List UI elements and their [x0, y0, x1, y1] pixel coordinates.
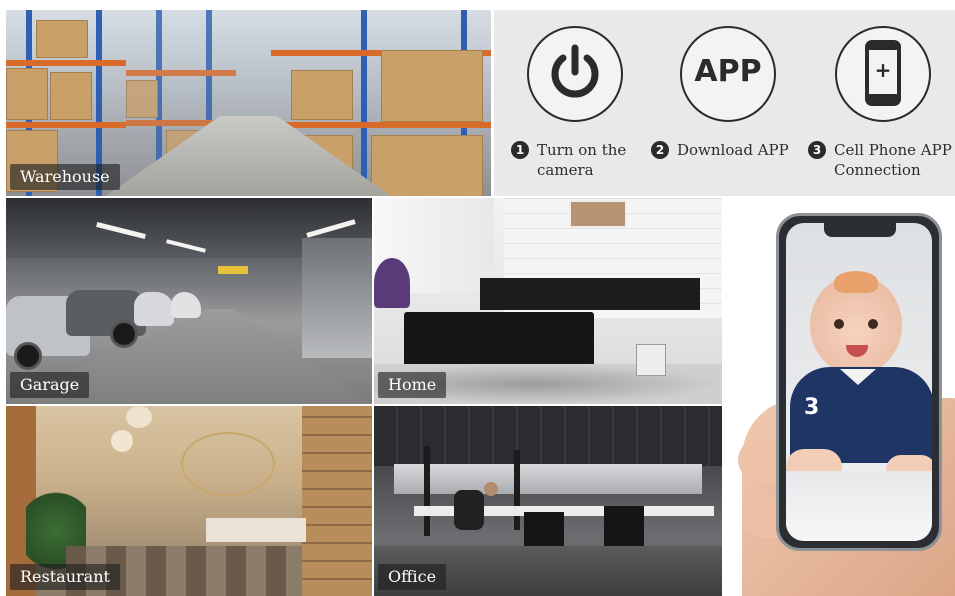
- home-label: Home: [378, 372, 447, 398]
- office-photo: Office: [374, 406, 722, 596]
- warehouse-photo: Warehouse: [6, 10, 491, 196]
- step-3-number: 3: [808, 141, 826, 159]
- smartphone: 3: [776, 213, 942, 551]
- step-2-number: 2: [651, 141, 669, 159]
- garage-label: Garage: [10, 372, 90, 398]
- smartphone-plus-symbol: +: [874, 58, 892, 82]
- step-2-text: 2 Download APP: [651, 140, 789, 160]
- app-icon-text: APP: [694, 54, 762, 89]
- app-icon: APP: [680, 26, 776, 122]
- garage-photo: Garage: [6, 198, 372, 404]
- power-icon: [527, 26, 623, 122]
- setup-steps-panel: APP + 1 Turn on the camera 2 Download APP …: [494, 10, 955, 196]
- step-3-text: 3 Cell Phone APP Connection: [808, 140, 952, 180]
- restaurant-label: Restaurant: [10, 564, 120, 590]
- phone-notch: [824, 223, 896, 237]
- warehouse-label: Warehouse: [10, 164, 120, 190]
- office-label: Office: [378, 564, 447, 590]
- baby-shirt-number: 3: [804, 395, 820, 420]
- smartphone-icon: +: [835, 26, 931, 122]
- home-photo: Home: [374, 198, 722, 404]
- step-1-text: 1 Turn on the camera: [511, 140, 626, 180]
- phone-app-preview: 3: [724, 198, 955, 596]
- phone-screen: 3: [786, 223, 932, 541]
- restaurant-photo: Restaurant: [6, 406, 372, 596]
- step-1-number: 1: [511, 141, 529, 159]
